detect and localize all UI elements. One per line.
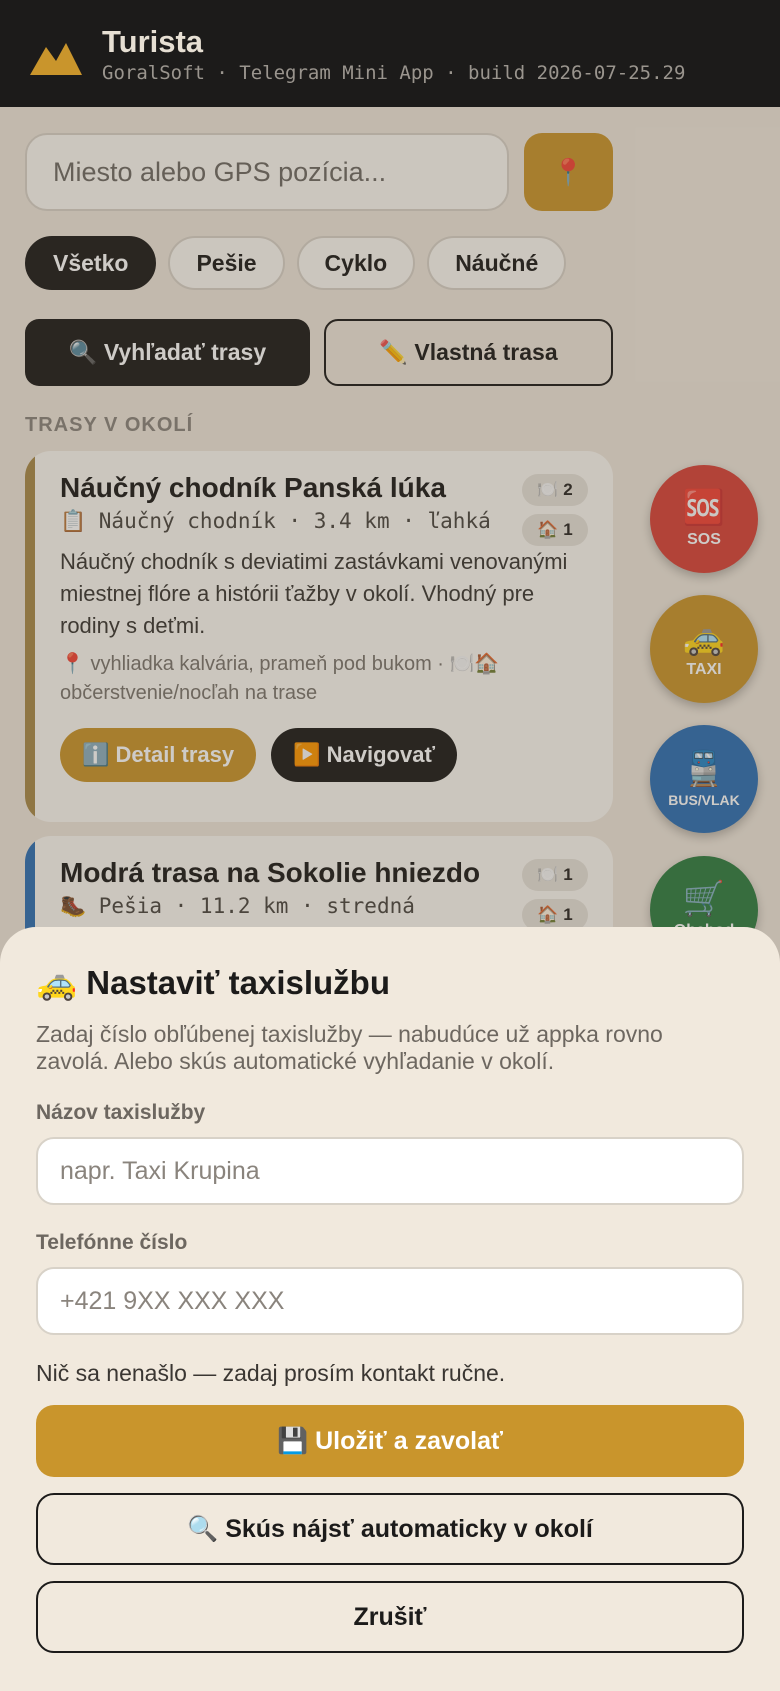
sheet-description: Zadaj číslo obľúbenej taxislužby — nabud… xyxy=(36,1021,663,1074)
taxi-phone-input[interactable]: +421 9XX XXX XXX xyxy=(36,1267,744,1335)
taxi-settings-sheet: 🚕 Nastaviť taxislužbu Zadaj číslo obľúbe… xyxy=(0,927,780,1691)
sheet-title: 🚕 Nastaviť taxislužbu xyxy=(36,964,390,1001)
search-status-message: Nič sa nenašlo — zadaj prosím kontakt ru… xyxy=(36,1360,506,1386)
app-title: Turista xyxy=(102,23,204,59)
app-subtitle: GoralSoft · Telegram Mini App · build 20… xyxy=(102,61,686,84)
taxi-phone-label: Telefónne číslo xyxy=(36,1231,188,1254)
save-and-call-button[interactable]: 💾 Uložiť a zavolať xyxy=(36,1405,744,1477)
mountains-logo-icon xyxy=(30,42,82,75)
cancel-button[interactable]: Zrušiť xyxy=(36,1581,744,1653)
taxi-name-label: Názov taxislužby xyxy=(36,1101,206,1124)
taxi-name-input[interactable]: napr. Taxi Krupina xyxy=(36,1137,744,1205)
auto-search-button[interactable]: 🔍 Skús nájsť automaticky v okolí xyxy=(36,1493,744,1565)
app-header: Turista GoralSoft · Telegram Mini App · … xyxy=(0,0,780,107)
header-text: Turista GoralSoft · Telegram Mini App · … xyxy=(102,24,685,84)
